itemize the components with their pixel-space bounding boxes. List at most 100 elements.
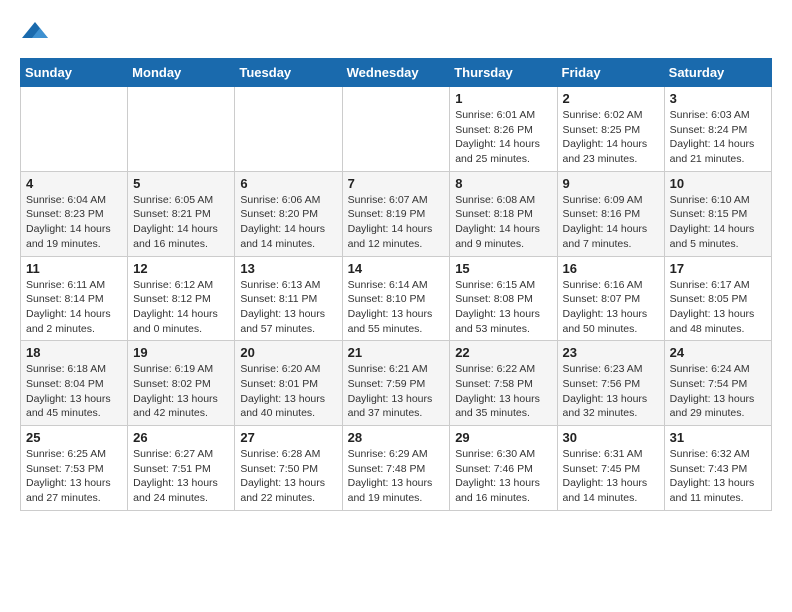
- calendar-cell: 11 Sunrise: 6:11 AM Sunset: 8:14 PM Dayli…: [21, 256, 128, 341]
- calendar-cell: 16Sunrise: 6:16 AM Sunset: 8:07 PM Dayli…: [557, 256, 664, 341]
- calendar-cell: 25 Sunrise: 6:25 AM Sunset: 7:53 PM Dayli…: [21, 426, 128, 511]
- day-number: 19: [133, 345, 229, 360]
- day-number: 3: [670, 91, 766, 106]
- calendar-cell: [235, 87, 342, 172]
- weekday-header-row: SundayMondayTuesdayWednesdayThursdayFrid…: [21, 59, 772, 87]
- day-info: Sunrise: 6:12 AM Sunset: 8:12 PM Dayligh…: [133, 278, 229, 337]
- calendar-cell: 15 Sunrise: 6:15 AM Sunset: 8:08 PM Dayli…: [450, 256, 557, 341]
- day-info: Sunrise: 6:03 AM Sunset: 8:24 PM Dayligh…: [670, 108, 766, 167]
- weekday-header-saturday: Saturday: [664, 59, 771, 87]
- day-info: Sunrise: 6:08 AM Sunset: 8:18 PM Dayligh…: [455, 193, 551, 252]
- day-number: 26: [133, 430, 229, 445]
- day-number: 7: [348, 176, 445, 191]
- calendar-cell: 21 Sunrise: 6:21 AM Sunset: 7:59 PM Dayli…: [342, 341, 450, 426]
- logo-icon: [20, 20, 50, 42]
- calendar-cell: 26 Sunrise: 6:27 AM Sunset: 7:51 PM Dayli…: [128, 426, 235, 511]
- day-number: 1: [455, 91, 551, 106]
- day-number: 31: [670, 430, 766, 445]
- calendar-cell: 14Sunrise: 6:14 AM Sunset: 8:10 PM Dayli…: [342, 256, 450, 341]
- calendar-cell: [128, 87, 235, 172]
- calendar-cell: 17 Sunrise: 6:17 AM Sunset: 8:05 PM Dayli…: [664, 256, 771, 341]
- day-number: 24: [670, 345, 766, 360]
- day-info: Sunrise: 6:13 AM Sunset: 8:11 PM Dayligh…: [240, 278, 336, 337]
- calendar-cell: 19 Sunrise: 6:19 AM Sunset: 8:02 PM Dayli…: [128, 341, 235, 426]
- calendar-cell: 22Sunrise: 6:22 AM Sunset: 7:58 PM Dayli…: [450, 341, 557, 426]
- calendar-week-5: 25 Sunrise: 6:25 AM Sunset: 7:53 PM Dayli…: [21, 426, 772, 511]
- calendar-cell: 10 Sunrise: 6:10 AM Sunset: 8:15 PM Dayli…: [664, 171, 771, 256]
- weekday-header-monday: Monday: [128, 59, 235, 87]
- day-info: Sunrise: 6:15 AM Sunset: 8:08 PM Dayligh…: [455, 278, 551, 337]
- calendar-cell: 30Sunrise: 6:31 AM Sunset: 7:45 PM Dayli…: [557, 426, 664, 511]
- day-number: 8: [455, 176, 551, 191]
- weekday-header-friday: Friday: [557, 59, 664, 87]
- day-number: 27: [240, 430, 336, 445]
- day-number: 20: [240, 345, 336, 360]
- day-number: 4: [26, 176, 122, 191]
- day-info: Sunrise: 6:10 AM Sunset: 8:15 PM Dayligh…: [670, 193, 766, 252]
- calendar-cell: 8 Sunrise: 6:08 AM Sunset: 8:18 PM Daylig…: [450, 171, 557, 256]
- calendar-cell: 29Sunrise: 6:30 AM Sunset: 7:46 PM Dayli…: [450, 426, 557, 511]
- day-number: 11: [26, 261, 122, 276]
- day-info: Sunrise: 6:22 AM Sunset: 7:58 PM Dayligh…: [455, 362, 551, 421]
- calendar-cell: 1 Sunrise: 6:01 AM Sunset: 8:26 PM Daylig…: [450, 87, 557, 172]
- day-number: 25: [26, 430, 122, 445]
- day-info: Sunrise: 6:11 AM Sunset: 8:14 PM Dayligh…: [26, 278, 122, 337]
- calendar-cell: 27 Sunrise: 6:28 AM Sunset: 7:50 PM Dayli…: [235, 426, 342, 511]
- day-number: 15: [455, 261, 551, 276]
- day-info: Sunrise: 6:01 AM Sunset: 8:26 PM Dayligh…: [455, 108, 551, 167]
- calendar-cell: 18 Sunrise: 6:18 AM Sunset: 8:04 PM Dayli…: [21, 341, 128, 426]
- day-number: 6: [240, 176, 336, 191]
- day-info: Sunrise: 6:27 AM Sunset: 7:51 PM Dayligh…: [133, 447, 229, 506]
- day-number: 9: [563, 176, 659, 191]
- day-info: Sunrise: 6:05 AM Sunset: 8:21 PM Dayligh…: [133, 193, 229, 252]
- calendar-cell: 6Sunrise: 6:06 AM Sunset: 8:20 PM Daylig…: [235, 171, 342, 256]
- calendar-cell: 20 Sunrise: 6:20 AM Sunset: 8:01 PM Dayli…: [235, 341, 342, 426]
- day-number: 23: [563, 345, 659, 360]
- day-info: Sunrise: 6:23 AM Sunset: 7:56 PM Dayligh…: [563, 362, 659, 421]
- calendar-week-2: 4 Sunrise: 6:04 AM Sunset: 8:23 PM Daylig…: [21, 171, 772, 256]
- day-number: 13: [240, 261, 336, 276]
- day-number: 28: [348, 430, 445, 445]
- day-info: Sunrise: 6:32 AM Sunset: 7:43 PM Dayligh…: [670, 447, 766, 506]
- day-number: 12: [133, 261, 229, 276]
- day-number: 21: [348, 345, 445, 360]
- day-info: Sunrise: 6:25 AM Sunset: 7:53 PM Dayligh…: [26, 447, 122, 506]
- day-info: Sunrise: 6:18 AM Sunset: 8:04 PM Dayligh…: [26, 362, 122, 421]
- day-info: Sunrise: 6:24 AM Sunset: 7:54 PM Dayligh…: [670, 362, 766, 421]
- day-info: Sunrise: 6:31 AM Sunset: 7:45 PM Dayligh…: [563, 447, 659, 506]
- logo: [20, 20, 54, 42]
- page-header: [20, 20, 772, 42]
- calendar-cell: 4 Sunrise: 6:04 AM Sunset: 8:23 PM Daylig…: [21, 171, 128, 256]
- day-number: 5: [133, 176, 229, 191]
- day-info: Sunrise: 6:28 AM Sunset: 7:50 PM Dayligh…: [240, 447, 336, 506]
- day-info: Sunrise: 6:30 AM Sunset: 7:46 PM Dayligh…: [455, 447, 551, 506]
- day-info: Sunrise: 6:29 AM Sunset: 7:48 PM Dayligh…: [348, 447, 445, 506]
- calendar-cell: 13 Sunrise: 6:13 AM Sunset: 8:11 PM Dayli…: [235, 256, 342, 341]
- calendar-cell: [342, 87, 450, 172]
- calendar-cell: 12 Sunrise: 6:12 AM Sunset: 8:12 PM Dayli…: [128, 256, 235, 341]
- calendar-cell: 5 Sunrise: 6:05 AM Sunset: 8:21 PM Daylig…: [128, 171, 235, 256]
- day-number: 17: [670, 261, 766, 276]
- calendar-week-4: 18 Sunrise: 6:18 AM Sunset: 8:04 PM Dayli…: [21, 341, 772, 426]
- calendar-cell: 31 Sunrise: 6:32 AM Sunset: 7:43 PM Dayli…: [664, 426, 771, 511]
- calendar-cell: 28 Sunrise: 6:29 AM Sunset: 7:48 PM Dayli…: [342, 426, 450, 511]
- calendar: SundayMondayTuesdayWednesdayThursdayFrid…: [20, 58, 772, 511]
- calendar-cell: 23 Sunrise: 6:23 AM Sunset: 7:56 PM Dayli…: [557, 341, 664, 426]
- calendar-cell: 7Sunrise: 6:07 AM Sunset: 8:19 PM Daylig…: [342, 171, 450, 256]
- calendar-cell: 9Sunrise: 6:09 AM Sunset: 8:16 PM Daylig…: [557, 171, 664, 256]
- day-info: Sunrise: 6:04 AM Sunset: 8:23 PM Dayligh…: [26, 193, 122, 252]
- calendar-cell: 24 Sunrise: 6:24 AM Sunset: 7:54 PM Dayli…: [664, 341, 771, 426]
- day-info: Sunrise: 6:19 AM Sunset: 8:02 PM Dayligh…: [133, 362, 229, 421]
- calendar-week-3: 11 Sunrise: 6:11 AM Sunset: 8:14 PM Dayli…: [21, 256, 772, 341]
- calendar-cell: 3 Sunrise: 6:03 AM Sunset: 8:24 PM Daylig…: [664, 87, 771, 172]
- weekday-header-sunday: Sunday: [21, 59, 128, 87]
- day-info: Sunrise: 6:17 AM Sunset: 8:05 PM Dayligh…: [670, 278, 766, 337]
- day-number: 16: [563, 261, 659, 276]
- day-info: Sunrise: 6:21 AM Sunset: 7:59 PM Dayligh…: [348, 362, 445, 421]
- weekday-header-tuesday: Tuesday: [235, 59, 342, 87]
- day-info: Sunrise: 6:20 AM Sunset: 8:01 PM Dayligh…: [240, 362, 336, 421]
- day-number: 10: [670, 176, 766, 191]
- day-number: 18: [26, 345, 122, 360]
- day-info: Sunrise: 6:14 AM Sunset: 8:10 PM Dayligh…: [348, 278, 445, 337]
- day-number: 2: [563, 91, 659, 106]
